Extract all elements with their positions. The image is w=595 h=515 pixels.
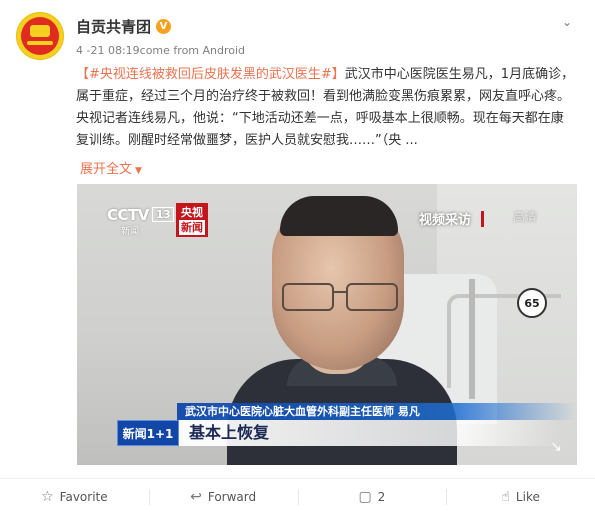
topic-link[interactable]: 【#央视连线被救回后皮肤发黑的武汉医生#】	[76, 67, 345, 82]
chevron-down-icon[interactable]: ⌄	[559, 14, 575, 30]
favorite-button[interactable]: ☆ Favorite	[0, 479, 149, 515]
news-1plus1-box: 新闻1+1	[117, 420, 179, 446]
glasses	[280, 283, 400, 311]
lower-third-caption: 基本上恢复	[179, 420, 559, 446]
action-bar: ☆ Favorite ↩ Forward ▢ 2 ☝ Like	[0, 478, 595, 515]
cctv-channel: 13	[151, 207, 175, 222]
cctv-logo: CCTV 13	[107, 206, 175, 224]
verified-badge-icon: V	[156, 19, 172, 34]
author-name-text[interactable]: 自贡共青团	[76, 16, 151, 37]
glasses-bridge	[334, 291, 346, 293]
forward-button[interactable]: ↩ Forward	[148, 479, 298, 515]
yangshi-top: 央视	[181, 206, 203, 219]
thumbs-up-icon: ☝	[501, 489, 510, 505]
post-content: 【#央视连线被救回后皮肤发黑的武汉医生#】武汉市中心医院医生易凡，1月底确诊，属…	[76, 64, 576, 152]
comment-icon: ▢	[358, 489, 372, 505]
youth-league-emblem-icon	[21, 17, 59, 55]
star-icon: ☆	[41, 489, 54, 505]
yangshi-news-logo: 央视 新闻	[176, 203, 208, 237]
lower-third-title: 武汉市中心医院心脏大血管外科副主任医师 易凡	[177, 403, 577, 420]
expand-chevron-icon: ▼	[135, 166, 142, 176]
forward-label: Forward	[207, 490, 257, 504]
comment-count: 2	[377, 490, 386, 504]
video-player[interactable]: 65 CCTV 13 新闻 央视 新闻 视频采访 高清 武汉市中心医院心脏大血管外…	[77, 184, 577, 465]
cctv-text: CCTV	[107, 206, 149, 224]
tag-accent-bar	[481, 211, 484, 227]
bed-post	[469, 279, 475, 399]
cctv-sub: 新闻	[121, 227, 140, 237]
yangshi-bottom: 新闻	[179, 220, 205, 235]
patient-hair	[280, 196, 398, 236]
mute-icon[interactable]: ↘	[547, 438, 565, 456]
expand-label[interactable]: 展开全文	[80, 162, 132, 177]
favorite-label: Favorite	[59, 490, 108, 504]
avatar[interactable]	[16, 12, 64, 60]
post-meta: 4 -21 08:19come from Android	[76, 44, 246, 57]
forward-icon: ↩	[190, 489, 202, 505]
expand-full-text-link[interactable]: 展开全文 ▼	[80, 158, 142, 177]
video-interview-tag: 视频采访	[419, 213, 472, 228]
hd-tag: 高清	[513, 210, 538, 224]
like-button[interactable]: ☝ Like	[446, 479, 595, 515]
comment-button[interactable]: ▢ 2	[297, 479, 447, 515]
speed-sign: 65	[517, 288, 547, 318]
glasses-lens-right	[346, 283, 398, 311]
author-name[interactable]: 自贡共青团 V	[76, 16, 172, 37]
like-label: Like	[515, 490, 540, 504]
glasses-lens-left	[282, 283, 334, 311]
